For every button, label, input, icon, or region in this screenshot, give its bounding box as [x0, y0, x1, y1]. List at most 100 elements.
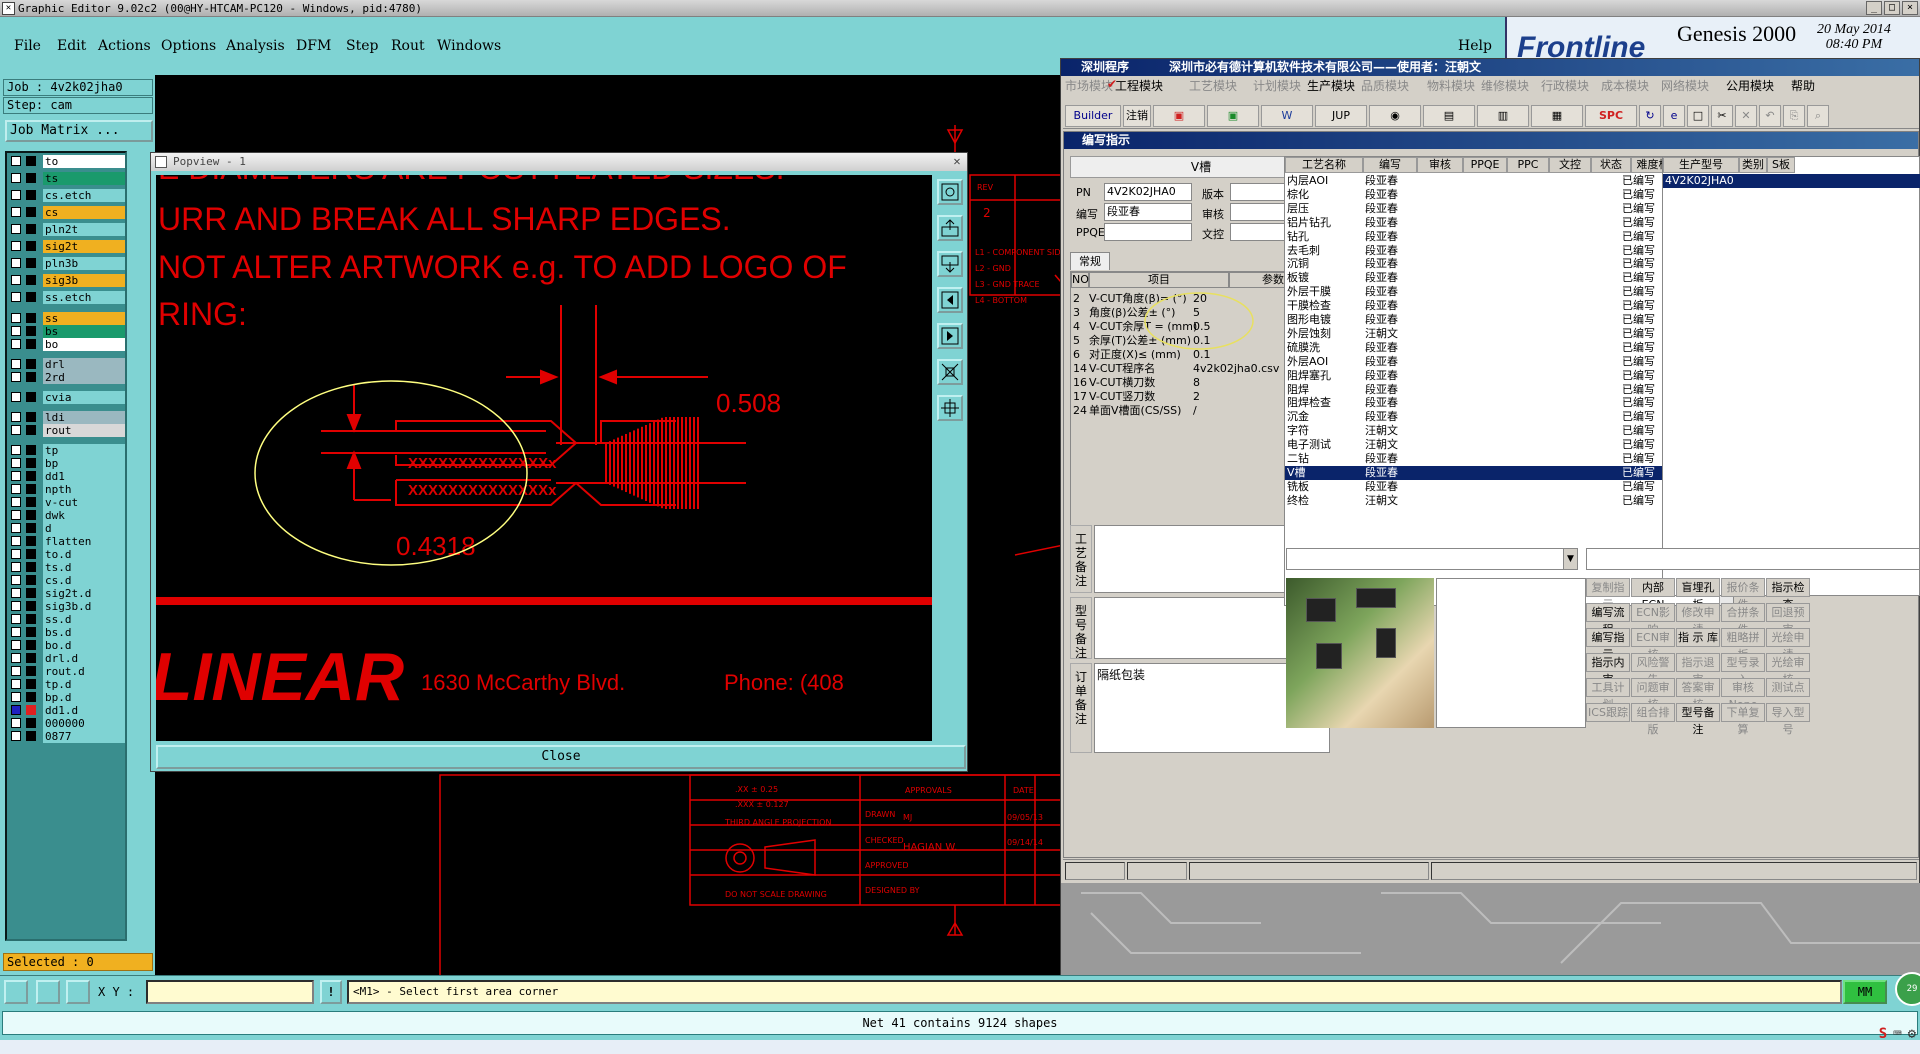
process-row[interactable]: 硫膜洗 段亚春 已编写	[1285, 341, 1717, 355]
layer-checkbox[interactable]	[11, 510, 21, 520]
layer-name[interactable]: sig3b.d	[43, 600, 125, 613]
popview-canvas[interactable]: E DIAMETERS ARE POST PLATED SIZES. URR A…	[156, 175, 932, 741]
process-row[interactable]: 外层蚀刻 汪朝文 已编写	[1285, 327, 1717, 341]
action-button[interactable]: 盲埋孔板	[1676, 578, 1720, 611]
layer-row[interactable]: dwk	[9, 509, 125, 522]
delete-icon[interactable]: ✕	[1735, 105, 1757, 127]
layer-name[interactable]: dd1.d	[43, 704, 125, 717]
process-row[interactable]: 外层干膜 段亚春 已编写	[1285, 285, 1717, 299]
layer-checkbox[interactable]	[11, 705, 21, 715]
layer-display-toggle[interactable]	[26, 207, 36, 217]
layer-name[interactable]: ldi	[43, 411, 125, 424]
layer-checkbox[interactable]	[11, 471, 21, 481]
process-row[interactable]: 沉金 段亚春 已编写	[1285, 410, 1717, 424]
process-select-dropdown[interactable]: ▼	[1286, 548, 1578, 570]
layer-name[interactable]: tp.d	[43, 678, 125, 691]
layer-checkbox[interactable]	[11, 718, 21, 728]
process-row[interactable]: 内层AOI 段亚春 已编写	[1285, 174, 1717, 188]
layer-display-toggle[interactable]	[26, 190, 36, 200]
layer-display-toggle[interactable]	[26, 497, 36, 507]
layer-row[interactable]: sig2t	[9, 240, 125, 253]
layer-checkbox[interactable]	[11, 640, 21, 650]
layer-checkbox[interactable]	[11, 339, 21, 349]
process-col-header[interactable]: 文控	[1549, 157, 1591, 173]
module-menu-item[interactable]: 品质模块	[1361, 77, 1409, 95]
export-button[interactable]	[937, 215, 963, 241]
layer-checkbox[interactable]	[11, 190, 21, 200]
process-row[interactable]: 阻焊检查 段亚春 已编写	[1285, 396, 1717, 410]
layer-row[interactable]: drl.d	[9, 652, 125, 665]
layer-name[interactable]: ts.d	[43, 561, 125, 574]
builder-button[interactable]: Builder	[1065, 105, 1121, 127]
action-button[interactable]: 测试点	[1766, 678, 1810, 697]
process-row[interactable]: 电子测试 汪朝文 已编写	[1285, 438, 1717, 452]
layer-display-toggle[interactable]	[26, 471, 36, 481]
layer-row[interactable]: tp.d	[9, 678, 125, 691]
layer-display-toggle[interactable]	[26, 588, 36, 598]
action-button[interactable]: 光绘审核	[1766, 653, 1810, 686]
layer-display-toggle[interactable]	[26, 536, 36, 546]
layer-display-toggle[interactable]	[26, 705, 36, 715]
model-row-selected[interactable]: 4V2K02JHA0	[1663, 174, 1920, 188]
layer-row[interactable]: to.d	[9, 548, 125, 561]
layer-row[interactable]: bs.d	[9, 626, 125, 639]
process-col-header[interactable]: 审核	[1417, 157, 1463, 173]
layer-name[interactable]: cs.d	[43, 574, 125, 587]
view-icon[interactable]: ◉	[1369, 105, 1421, 127]
layer-display-toggle[interactable]	[26, 412, 36, 422]
layer-name[interactable]: 2rd	[43, 371, 125, 384]
layer-checkbox[interactable]	[11, 575, 21, 585]
layer-row[interactable]: ss.etch	[9, 291, 125, 304]
layer-display-toggle[interactable]	[26, 614, 36, 624]
layer-checkbox[interactable]	[11, 458, 21, 468]
layer-row[interactable]: 000000	[9, 717, 125, 730]
action-button[interactable]: ECN影响	[1631, 603, 1675, 636]
layer-row[interactable]: rout	[9, 424, 125, 437]
action-button[interactable]: 编写指示	[1586, 628, 1630, 661]
process-row[interactable]: 二钻 段亚春 已编写	[1285, 452, 1717, 466]
action-button[interactable]: 组合排版	[1631, 703, 1675, 736]
layer-name[interactable]: pln2t	[43, 223, 125, 236]
layer-row[interactable]: npth	[9, 483, 125, 496]
layer-name[interactable]: d	[43, 522, 125, 535]
layer-name[interactable]: ss.d	[43, 613, 125, 626]
layer-name[interactable]: tp	[43, 444, 125, 457]
action-button[interactable]: 回退预审	[1766, 603, 1810, 636]
layer-checkbox[interactable]	[11, 392, 21, 402]
layer-display-toggle[interactable]	[26, 484, 36, 494]
layer-display-toggle[interactable]	[26, 313, 36, 323]
process-col-header[interactable]: PPQE	[1463, 157, 1507, 173]
layer-row[interactable]: ss	[9, 312, 125, 325]
layer-checkbox[interactable]	[11, 588, 21, 598]
layer-row[interactable]: pln2t	[9, 223, 125, 236]
layer-display-toggle[interactable]	[26, 549, 36, 559]
layer-checkbox[interactable]	[11, 601, 21, 611]
layer-name[interactable]: sig3b	[43, 274, 125, 287]
layer-display-toggle[interactable]	[26, 359, 36, 369]
menu-help[interactable]: Help	[1458, 38, 1492, 54]
layer-display-toggle[interactable]	[26, 692, 36, 702]
layer-row[interactable]: tp	[9, 444, 125, 457]
layer-display-toggle[interactable]	[26, 510, 36, 520]
action-button[interactable]: 编写流程	[1586, 603, 1630, 636]
layer-checkbox[interactable]	[11, 497, 21, 507]
action-button[interactable]: ECN审核	[1631, 628, 1675, 661]
layer-checkbox[interactable]	[11, 359, 21, 369]
layer-checkbox[interactable]	[11, 275, 21, 285]
layer-checkbox[interactable]	[11, 224, 21, 234]
layer-name[interactable]: sig2t	[43, 240, 125, 253]
pan-left-button[interactable]	[937, 287, 963, 313]
module-menu-item[interactable]: 行政模块	[1541, 77, 1589, 95]
layer-row[interactable]: drl	[9, 358, 125, 371]
menu-file[interactable]: File	[14, 38, 41, 54]
action-button[interactable]: 指示退审	[1676, 653, 1720, 686]
layer-row[interactable]: cvia	[9, 391, 125, 404]
layer-name[interactable]: to.d	[43, 548, 125, 561]
zoom-out-button[interactable]	[937, 395, 963, 421]
print-icon[interactable]: ▣	[1153, 105, 1205, 127]
layer-name[interactable]: v-cut	[43, 496, 125, 509]
module-menu-item[interactable]: 帮助	[1791, 77, 1815, 95]
layer-row[interactable]: ldi	[9, 411, 125, 424]
layer-display-toggle[interactable]	[26, 523, 36, 533]
word-icon[interactable]: W	[1261, 105, 1313, 127]
